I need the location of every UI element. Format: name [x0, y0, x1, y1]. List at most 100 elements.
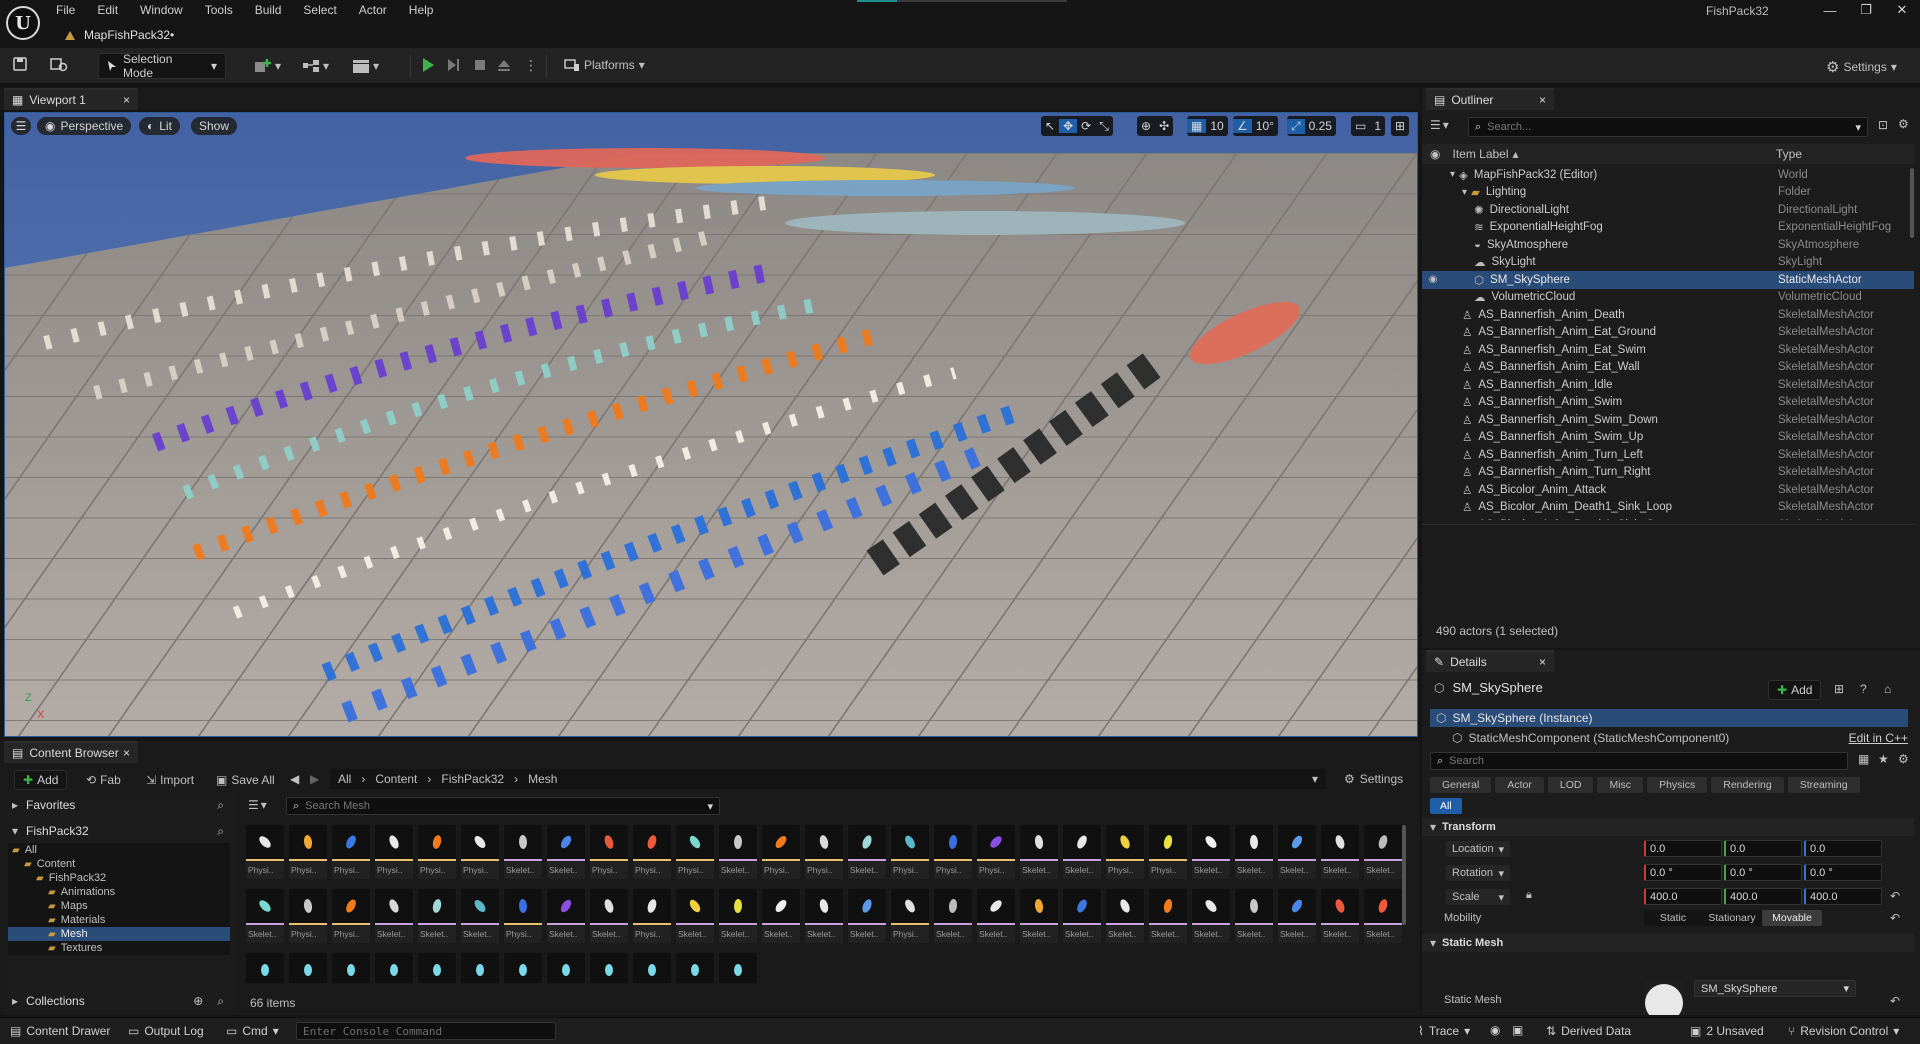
asset-tile[interactable]: Physi..: [805, 825, 843, 879]
location-y-field[interactable]: 0.0: [1724, 840, 1802, 857]
search-icon[interactable]: ⌕: [217, 798, 224, 813]
asset-tile[interactable]: [375, 953, 413, 983]
asset-tile[interactable]: Skelet..: [934, 889, 972, 943]
lit-button[interactable]: ◐ Lit: [139, 117, 180, 135]
selection-mode-dropdown[interactable]: Selection Mode ▾: [98, 52, 226, 80]
close-icon[interactable]: ×: [123, 93, 130, 107]
tab-details[interactable]: ✎ Details ×: [1426, 650, 1554, 672]
filter-button[interactable]: ☰ ▾: [1430, 118, 1449, 132]
outliner-row[interactable]: ♙ AS_Bannerfish_Anim_Eat_Swim SkeletalMesh…: [1422, 341, 1914, 359]
menu-build[interactable]: Build: [255, 3, 282, 17]
filter-misc[interactable]: Misc: [1597, 777, 1644, 793]
outliner-row[interactable]: ♙ AS_Bannerfish_Anim_Swim_Up SkeletalMeshA…: [1422, 429, 1914, 447]
asset-tile[interactable]: Skelet..: [1149, 889, 1187, 943]
asset-tile[interactable]: Physi..: [332, 825, 370, 879]
asset-tile[interactable]: Physi..: [1149, 825, 1187, 879]
filter-all[interactable]: All: [1430, 798, 1462, 814]
menu-window[interactable]: Window: [140, 3, 183, 17]
asset-tile[interactable]: Skelet..: [1020, 825, 1058, 879]
add-component-button[interactable]: ✚ Add: [1768, 680, 1822, 700]
import-button[interactable]: ⇲ Import: [146, 773, 194, 787]
add-folder-icon[interactable]: ⊡: [1878, 118, 1888, 132]
asset-tile[interactable]: Skelet..: [762, 889, 800, 943]
play-icon[interactable]: [420, 57, 436, 73]
asset-tile[interactable]: Skelet..: [1321, 825, 1359, 879]
scale-tool-icon[interactable]: ⤡: [1095, 119, 1113, 134]
location-x-field[interactable]: 0.0: [1644, 840, 1722, 857]
asset-tile[interactable]: [590, 953, 628, 983]
help-icon[interactable]: ?: [1860, 682, 1867, 696]
breadcrumb-fishpack32[interactable]: FishPack32: [441, 772, 504, 786]
step-forward-icon[interactable]: [446, 57, 462, 73]
breadcrumb-mesh[interactable]: Mesh: [528, 772, 557, 786]
star-icon[interactable]: ★: [1878, 752, 1889, 766]
select-tool-icon[interactable]: ↖: [1041, 119, 1059, 133]
tab-outliner[interactable]: ▤ Outliner ×: [1426, 88, 1554, 110]
chevron-down-icon[interactable]: ▾: [1312, 772, 1318, 786]
revision-control-button[interactable]: ⑂ Revision Control ▾: [1788, 1024, 1899, 1038]
asset-tile[interactable]: Skelet..: [547, 825, 585, 879]
asset-tile[interactable]: Skelet..: [1278, 889, 1316, 943]
asset-tile[interactable]: Physi..: [762, 825, 800, 879]
asset-tile[interactable]: [547, 953, 585, 983]
favorites-header[interactable]: ▸ Favorites ⌕: [4, 795, 234, 815]
asset-tile[interactable]: Skelet..: [246, 889, 284, 943]
unsaved-button[interactable]: ▣ 2 Unsaved: [1690, 1024, 1764, 1038]
visibility-eye-icon[interactable]: ◉: [1430, 147, 1440, 161]
outliner-row[interactable]: ▾ ◈ MapFishPack32 (Editor) World: [1422, 166, 1914, 184]
outliner-row[interactable]: ◉ ⬡ SM_SkySphere StaticMeshActor: [1422, 271, 1914, 289]
add-actor-button[interactable]: ▾: [254, 58, 281, 74]
cinematics-button[interactable]: ▾: [352, 58, 379, 74]
lock-icon[interactable]: ⌂: [1884, 682, 1891, 696]
back-icon[interactable]: ◀: [290, 772, 299, 786]
close-icon[interactable]: ×: [1539, 93, 1546, 107]
content-drawer-button[interactable]: ▤ Content Drawer: [10, 1024, 110, 1038]
asset-tile[interactable]: Skelet..: [418, 889, 456, 943]
viewport-layout-button[interactable]: ⊞: [1391, 116, 1410, 136]
asset-tile[interactable]: Physi..: [418, 825, 456, 879]
chevron-down-icon[interactable]: ▾: [1450, 169, 1455, 180]
asset-tile[interactable]: Skelet..: [719, 889, 757, 943]
asset-tile[interactable]: Skelet..: [590, 889, 628, 943]
outliner-row[interactable]: ♙ AS_Bannerfish_Anim_Eat_Ground SkeletalMe…: [1422, 324, 1914, 342]
scale-z-field[interactable]: 400.0: [1804, 888, 1882, 905]
outliner-row[interactable]: ☁ VolumetricCloud VolumetricCloud: [1422, 289, 1914, 307]
record-icon[interactable]: ◉: [1490, 1023, 1500, 1037]
location-dropdown[interactable]: Location ▾: [1446, 841, 1510, 857]
asset-tile[interactable]: Physi..: [633, 825, 671, 879]
asset-tile[interactable]: Physi..: [504, 889, 542, 943]
unreal-logo-icon[interactable]: U: [6, 6, 40, 40]
outliner-row[interactable]: ♙ AS_Bannerfish_Anim_Swim SkeletalMeshActo…: [1422, 394, 1914, 412]
asset-tile[interactable]: Skelet..: [676, 889, 714, 943]
asset-tile[interactable]: Physi..: [332, 889, 370, 943]
asset-tile[interactable]: Physi..: [633, 889, 671, 943]
mobility-movable[interactable]: Movable: [1762, 910, 1822, 926]
folder-tree-item[interactable]: ▰ Animations: [8, 885, 230, 899]
reset-icon[interactable]: ↶: [1890, 911, 1900, 925]
fab-button[interactable]: ⟲ Fab: [86, 773, 121, 787]
filter-lod[interactable]: LOD: [1547, 777, 1594, 793]
map-tab[interactable]: MapFishPack32•: [58, 24, 180, 46]
outliner-row[interactable]: ♙ AS_Bannerfish_Anim_Turn_Left SkeletalMes…: [1422, 446, 1914, 464]
perspective-button[interactable]: ◉ Perspective: [37, 117, 132, 135]
asset-tile[interactable]: Physi..: [891, 825, 929, 879]
rotation-dropdown[interactable]: Rotation ▾: [1446, 865, 1510, 881]
transform-section-header[interactable]: ▾ Transform: [1422, 818, 1914, 836]
asset-tile[interactable]: Physi..: [590, 825, 628, 879]
rotation-snap[interactable]: ∠ 10°: [1233, 116, 1278, 136]
folder-tree-item[interactable]: ▰ All: [8, 843, 230, 857]
asset-tile[interactable]: Physi..: [676, 825, 714, 879]
asset-tile[interactable]: Skelet..: [504, 825, 542, 879]
asset-tile[interactable]: [246, 953, 284, 983]
scale-y-field[interactable]: 400.0: [1724, 888, 1802, 905]
forward-icon[interactable]: ▶: [310, 772, 319, 786]
asset-tile[interactable]: Skelet..: [1063, 825, 1101, 879]
asset-tile[interactable]: Skelet..: [1192, 825, 1230, 879]
outliner-row[interactable]: ✺ DirectionalLight DirectionalLight: [1422, 201, 1914, 219]
asset-tile[interactable]: Skelet..: [375, 889, 413, 943]
asset-tile[interactable]: Skelet..: [977, 889, 1015, 943]
add-collection-icon[interactable]: ⊕: [193, 994, 203, 1008]
outliner-row[interactable]: ♙ AS_Bannerfish_Anim_Eat_Wall SkeletalMesh…: [1422, 359, 1914, 377]
cmd-dropdown[interactable]: ▭ Cmd ▾: [226, 1024, 279, 1038]
instance-row[interactable]: ⬡ SM_SkySphere (Instance): [1430, 709, 1908, 727]
